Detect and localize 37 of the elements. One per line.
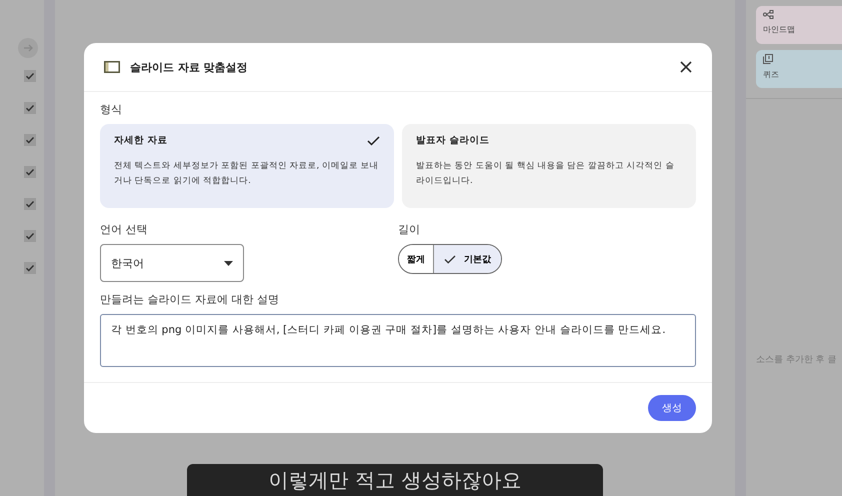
caret-icon (224, 260, 233, 266)
checkbox[interactable] (24, 70, 36, 82)
checkbox[interactable] (24, 230, 36, 242)
format-label: 형식 (100, 102, 123, 117)
length-option[interactable]: 기본값 (433, 245, 501, 273)
card-label: 퀴즈 (763, 69, 779, 80)
studio-card[interactable]: 퀴즈 (756, 50, 842, 88)
hint-text: 소스를 추가한 후 클 (756, 354, 838, 366)
option-description: 발표하는 동안 도움이 될 핵심 내용을 담은 깔끔하고 시각적인 슬라이드입니다. (416, 160, 676, 188)
description-field[interactable]: 각 번호의 png 이미지를 사용해서, [스터디 카페 이용권 구매 절차]를 설명하는 사용자 안내 슬라이드를 만드세요. (100, 314, 696, 367)
description-label: 만들려는 슬라이드 자료에 대한 설명 (100, 292, 280, 307)
checkbox[interactable] (24, 166, 36, 178)
generate-button[interactable]: 생성 (648, 395, 696, 421)
option-description: 전체 텍스트와 세부정보가 포함된 포괄적인 자료로, 이메일로 보내거나 단독으로 읽기에 적합합니다. (114, 160, 380, 188)
close-button[interactable] (680, 61, 692, 73)
close-icon (680, 61, 692, 73)
length-label: 길이 (398, 222, 421, 237)
caption: 이렇게만 적고 생성하잖아요 (268, 466, 522, 494)
language-dropdown[interactable]: 한국어 (100, 244, 244, 282)
arrow-right-icon (22, 42, 34, 54)
quiz-icon (763, 54, 773, 64)
checkbox[interactable] (24, 262, 36, 274)
check-icon (367, 136, 380, 146)
option-title: 발표자 슬라이드 (416, 134, 490, 147)
checkbox[interactable] (24, 102, 36, 114)
language-label: 언어 선택 (100, 222, 148, 237)
format-option[interactable]: 자세한 자료 전체 텍스트와 세부정보가 포함된 포괄적인 자료로, 이메일로 보내거나 단독으로 읽기에 적합합니다. (100, 124, 394, 208)
studio-card[interactable]: 마인드맵 (756, 6, 842, 44)
mindmap-icon (763, 10, 774, 19)
dialog-title: 슬라이드 자료 맞춤설정 (130, 60, 249, 74)
slides-icon (104, 61, 120, 73)
checkbox[interactable] (24, 198, 36, 210)
checkbox[interactable] (24, 134, 36, 146)
option-title: 자세한 자료 (114, 134, 168, 147)
check-icon (444, 254, 456, 264)
card-label: 마인드맵 (763, 24, 795, 35)
format-option[interactable]: 발표자 슬라이드 발표하는 동안 도움이 될 핵심 내용을 담은 깔끔하고 시각적인 슬라이드입니다. (402, 124, 696, 208)
